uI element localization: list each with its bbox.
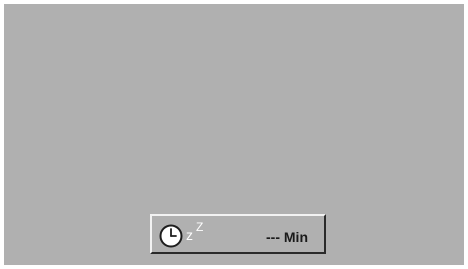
zzz-small-letter: z: [186, 227, 193, 243]
clock-icon: [159, 224, 183, 248]
sleep-zzz-icon: z Z: [186, 220, 216, 246]
sleep-timer-value: ---: [266, 229, 280, 245]
sleep-timer-panel: z Z --- Min: [150, 214, 326, 254]
screen-area: z Z --- Min: [4, 4, 464, 265]
sleep-timer-unit: Min: [283, 229, 308, 245]
zzz-large-letter: Z: [196, 220, 204, 234]
sleep-timer-readout: --- Min: [266, 229, 308, 245]
